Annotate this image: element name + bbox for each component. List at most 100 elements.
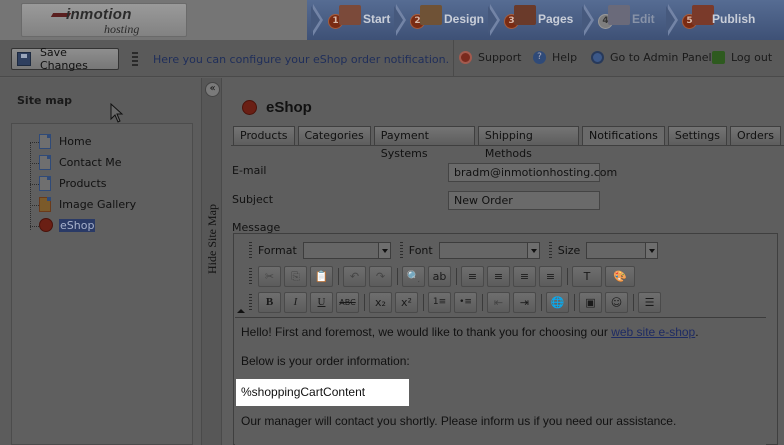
eshop-link[interactable]: web site e-shop	[611, 325, 695, 339]
align-right-icon[interactable]: ≡	[513, 265, 536, 287]
editor-toolbar-row-3: B I U ABC x₂ x² 1≡ •≡ ⇤ ⇥ 🌐 ▣ ☺ ☰	[247, 290, 664, 314]
tree-item-contact-me[interactable]: Contact Me	[39, 155, 122, 170]
step-pages[interactable]: 3 Pages	[502, 0, 592, 40]
tree-item-home[interactable]: Home	[39, 134, 91, 149]
format-select[interactable]	[302, 241, 391, 259]
step-label: Publish	[712, 12, 756, 26]
email-label: E-mail	[232, 164, 267, 177]
bulleted-list-icon[interactable]: •≡	[454, 291, 477, 313]
email-field[interactable]: bradm@inmotionhosting.com	[448, 163, 617, 182]
size-label: Size	[557, 243, 581, 257]
copy-icon[interactable]: ⎘	[284, 265, 307, 287]
undo-icon[interactable]: ↶	[343, 265, 366, 287]
strikethrough-icon[interactable]: ABC	[336, 291, 359, 313]
tree-item-label: eShop	[59, 218, 96, 232]
tab-notifications[interactable]: Notifications	[582, 126, 665, 146]
help-icon: ?	[533, 51, 546, 64]
tree-connector	[30, 142, 39, 143]
step-label: Design	[444, 12, 485, 26]
toolbar-grip	[249, 267, 252, 285]
site-map-sidebar: Site map Home Contact Me Products Image …	[0, 78, 201, 445]
start-icon	[339, 5, 361, 25]
page-icon	[39, 134, 51, 149]
horizontal-rule-icon[interactable]: ☰	[638, 291, 661, 313]
message-line-1: Hello! First and foremost, we would like…	[241, 325, 699, 339]
underline-icon[interactable]: U	[310, 291, 333, 313]
admin-panel-link[interactable]: Go to Admin Panel	[591, 51, 712, 64]
paste-icon[interactable]: 📋	[310, 265, 333, 287]
indent-icon[interactable]: ⇥	[513, 291, 536, 313]
tab-settings[interactable]: Settings	[667, 126, 727, 146]
image-icon[interactable]: ▣	[579, 291, 602, 313]
subject-field[interactable]: New Order	[448, 191, 600, 210]
toolbar-separator	[482, 293, 483, 311]
pages-icon	[514, 5, 536, 25]
justify-icon[interactable]: ≡	[539, 265, 562, 287]
step-design[interactable]: 2 Design	[408, 0, 498, 40]
editor-content[interactable]: Hello! First and foremost, we would like…	[235, 317, 766, 445]
size-select[interactable]	[586, 241, 659, 259]
collapse-toolbar-icon[interactable]	[237, 309, 245, 313]
font-select[interactable]	[438, 241, 540, 259]
tree-item-label: Products	[59, 177, 107, 190]
inmotion-logo[interactable]: inmotion hosting	[21, 3, 187, 37]
tree-item-image-gallery[interactable]: Image Gallery	[39, 197, 136, 212]
tree-connector	[30, 142, 31, 230]
replace-icon[interactable]: ab	[428, 265, 451, 287]
help-label: Help	[552, 51, 578, 64]
message-line-2: Below is your order information:	[241, 354, 410, 368]
help-link[interactable]: ? Help	[533, 51, 577, 64]
logout-link[interactable]: Log out	[712, 51, 772, 64]
align-center-icon[interactable]: ≡	[487, 265, 510, 287]
info-message: Here you can configure your eShop order …	[153, 53, 450, 66]
find-icon[interactable]: 🔍	[402, 265, 425, 287]
tree-connector	[30, 205, 39, 206]
support-label: Support	[478, 51, 522, 64]
editor-toolbar-row-2: ✂ ⎘ 📋 ↶ ↷ 🔍 ab ≡ ≡ ≡ ≡ T 🎨	[247, 264, 638, 288]
tab-shipping-methods[interactable]: Shipping Methods	[477, 126, 580, 160]
outdent-icon[interactable]: ⇤	[487, 291, 510, 313]
hide-site-map-toggle[interactable]: Hide Site Map	[205, 194, 219, 274]
message-text: Hello! First and foremost, we would like…	[241, 325, 612, 339]
collapse-sidebar-button[interactable]: «	[205, 82, 220, 97]
editor-toolbar-row-1: Format Font Size	[247, 238, 665, 262]
tree-item-label: Home	[59, 135, 92, 148]
toolbar-separator	[397, 267, 398, 285]
tree-item-products[interactable]: Products	[39, 176, 107, 191]
tree-connector	[30, 163, 39, 164]
superscript-icon[interactable]: x²	[395, 291, 418, 313]
hide-site-map-strip: « Hide Site Map	[201, 78, 222, 445]
step-label: Edit	[632, 12, 655, 26]
step-label: Start	[363, 12, 391, 26]
align-left-icon[interactable]: ≡	[461, 265, 484, 287]
support-link[interactable]: Support	[459, 51, 521, 64]
eshop-icon	[39, 218, 53, 232]
bold-icon[interactable]: B	[258, 291, 281, 313]
text-color-icon[interactable]: T	[572, 265, 602, 287]
page-icon	[39, 176, 51, 191]
save-changes-button[interactable]: Save Changes	[11, 46, 119, 72]
subscript-icon[interactable]: x₂	[369, 291, 392, 313]
italic-icon[interactable]: I	[284, 291, 307, 313]
tree-item-label: Contact Me	[59, 156, 122, 169]
design-icon	[420, 5, 442, 25]
numbered-list-icon[interactable]: 1≡	[428, 291, 451, 313]
link-icon[interactable]: 🌐	[546, 291, 569, 313]
tree-item-label: Image Gallery	[59, 198, 137, 211]
logout-label: Log out	[731, 51, 773, 64]
tab-products[interactable]: Products	[233, 126, 295, 146]
tree-item-eshop[interactable]: eShop	[39, 218, 96, 232]
step-publish[interactable]: 5 Publish	[680, 0, 780, 40]
chevron-down-icon	[377, 242, 390, 258]
background-color-icon[interactable]: 🎨	[605, 265, 635, 287]
cut-icon[interactable]: ✂	[258, 265, 281, 287]
smiley-icon[interactable]: ☺	[605, 291, 628, 313]
tab-orders[interactable]: Orders	[730, 126, 781, 146]
format-label: Format	[258, 243, 297, 257]
toolbar-grip	[249, 241, 252, 259]
tab-categories[interactable]: Categories	[297, 126, 371, 146]
redo-icon[interactable]: ↷	[369, 265, 392, 287]
top-header: inmotion hosting 1 Start 2 Design 3 Page…	[0, 0, 784, 40]
tab-payment-systems[interactable]: Payment Systems	[373, 126, 475, 160]
tab-divider	[231, 145, 784, 146]
